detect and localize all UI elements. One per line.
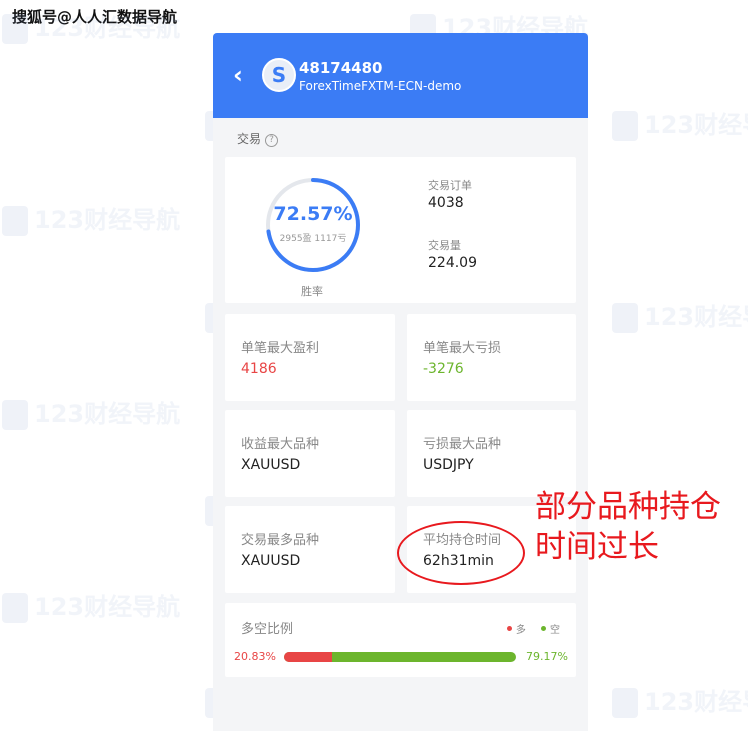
account-server: ForexTimeFXTM-ECN-demo — [299, 79, 462, 93]
background-watermark: 123财经导航 — [2, 394, 180, 430]
worst-symbol-card: 亏损最大品种 USDJPY — [407, 410, 576, 497]
section-title-trading: 交易? — [237, 130, 279, 147]
win-rate-card: 72.57% 2955盈 1117亏 胜率 交易订单 4038 交易量 224.… — [225, 157, 576, 303]
watermark-logo-icon — [612, 688, 638, 718]
max-loss-card: 单笔最大亏损 -3276 — [407, 314, 576, 401]
watermark-logo-icon — [2, 400, 28, 430]
watermark-source-label: 搜狐号@人人汇数据导航 — [12, 8, 178, 26]
account-header: ‹ S 48174480 ForexTimeFXTM-ECN-demo — [213, 33, 588, 118]
max-profit-card: 单笔最大盈利 4186 — [225, 314, 395, 401]
best-symbol-value: XAUUSD — [241, 457, 301, 473]
volume-value: 224.09 — [428, 255, 477, 271]
back-chevron-icon[interactable]: ‹ — [233, 63, 243, 87]
watermark-logo-icon — [2, 593, 28, 623]
watermark-logo-icon — [612, 111, 638, 141]
max-profit-label: 单笔最大盈利 — [241, 341, 320, 356]
best-symbol-label: 收益最大品种 — [241, 437, 320, 452]
account-id: 48174480 — [299, 59, 383, 77]
long-short-card: 多空比例 多 空 20.83% 79.17% — [225, 603, 576, 677]
orders-value: 4038 — [428, 195, 464, 211]
most-traded-label: 交易最多品种 — [241, 533, 320, 548]
background-watermark: 123财经导航 — [612, 105, 748, 141]
background-watermark: 123财经导航 — [612, 682, 748, 718]
annotation-line-1: 部分品种持仓 — [535, 489, 721, 525]
worst-symbol-label: 亏损最大品种 — [423, 437, 502, 452]
watermark-logo-icon — [612, 303, 638, 333]
annotation-ellipse — [397, 521, 525, 585]
short-percent: 79.17% — [526, 650, 568, 663]
best-symbol-card: 收益最大品种 XAUUSD — [225, 410, 395, 497]
win-rate-percent: 72.57% — [273, 203, 353, 225]
long-short-legend: 多 空 — [506, 621, 560, 636]
volume-label: 交易量 — [428, 239, 461, 252]
most-traded-card: 交易最多品种 XAUUSD — [225, 506, 395, 593]
section-title-text: 交易 — [237, 132, 262, 146]
win-loss-count: 2955盈 1117亏 — [279, 234, 347, 244]
win-rate-ring-svg — [266, 178, 360, 272]
win-rate-ring: 72.57% 2955盈 1117亏 — [263, 175, 363, 275]
watermark-logo-icon — [2, 206, 28, 236]
annotation-line-2: 时间过长 — [535, 529, 659, 565]
long-bar-segment — [284, 652, 333, 662]
background-watermark: 123财经导航 — [612, 297, 748, 333]
background-watermark: 123财经导航 — [2, 587, 180, 623]
long-percent: 20.83% — [234, 650, 276, 663]
win-rate-caption: 胜率 — [301, 285, 323, 298]
most-traded-value: XAUUSD — [241, 553, 301, 569]
background-watermark: 123财经导航 — [2, 200, 180, 236]
legend-short-label: 空 — [550, 625, 560, 636]
max-loss-label: 单笔最大亏损 — [423, 341, 502, 356]
account-stats-panel: ‹ S 48174480 ForexTimeFXTM-ECN-demo 交易? … — [213, 33, 588, 731]
long-short-bar — [284, 652, 516, 662]
orders-label: 交易订单 — [428, 179, 472, 192]
worst-symbol-value: USDJPY — [423, 457, 474, 473]
help-icon[interactable]: ? — [265, 134, 279, 147]
short-dot-icon — [541, 626, 546, 631]
avatar: S — [262, 58, 296, 92]
max-loss-value: -3276 — [423, 361, 464, 377]
long-short-title: 多空比例 — [241, 622, 294, 637]
max-profit-value: 4186 — [241, 361, 277, 377]
long-dot-icon — [506, 626, 512, 631]
annotation-note: 部分品种持仓 时间过长 — [535, 487, 721, 567]
legend-long-label: 多 — [515, 625, 526, 636]
